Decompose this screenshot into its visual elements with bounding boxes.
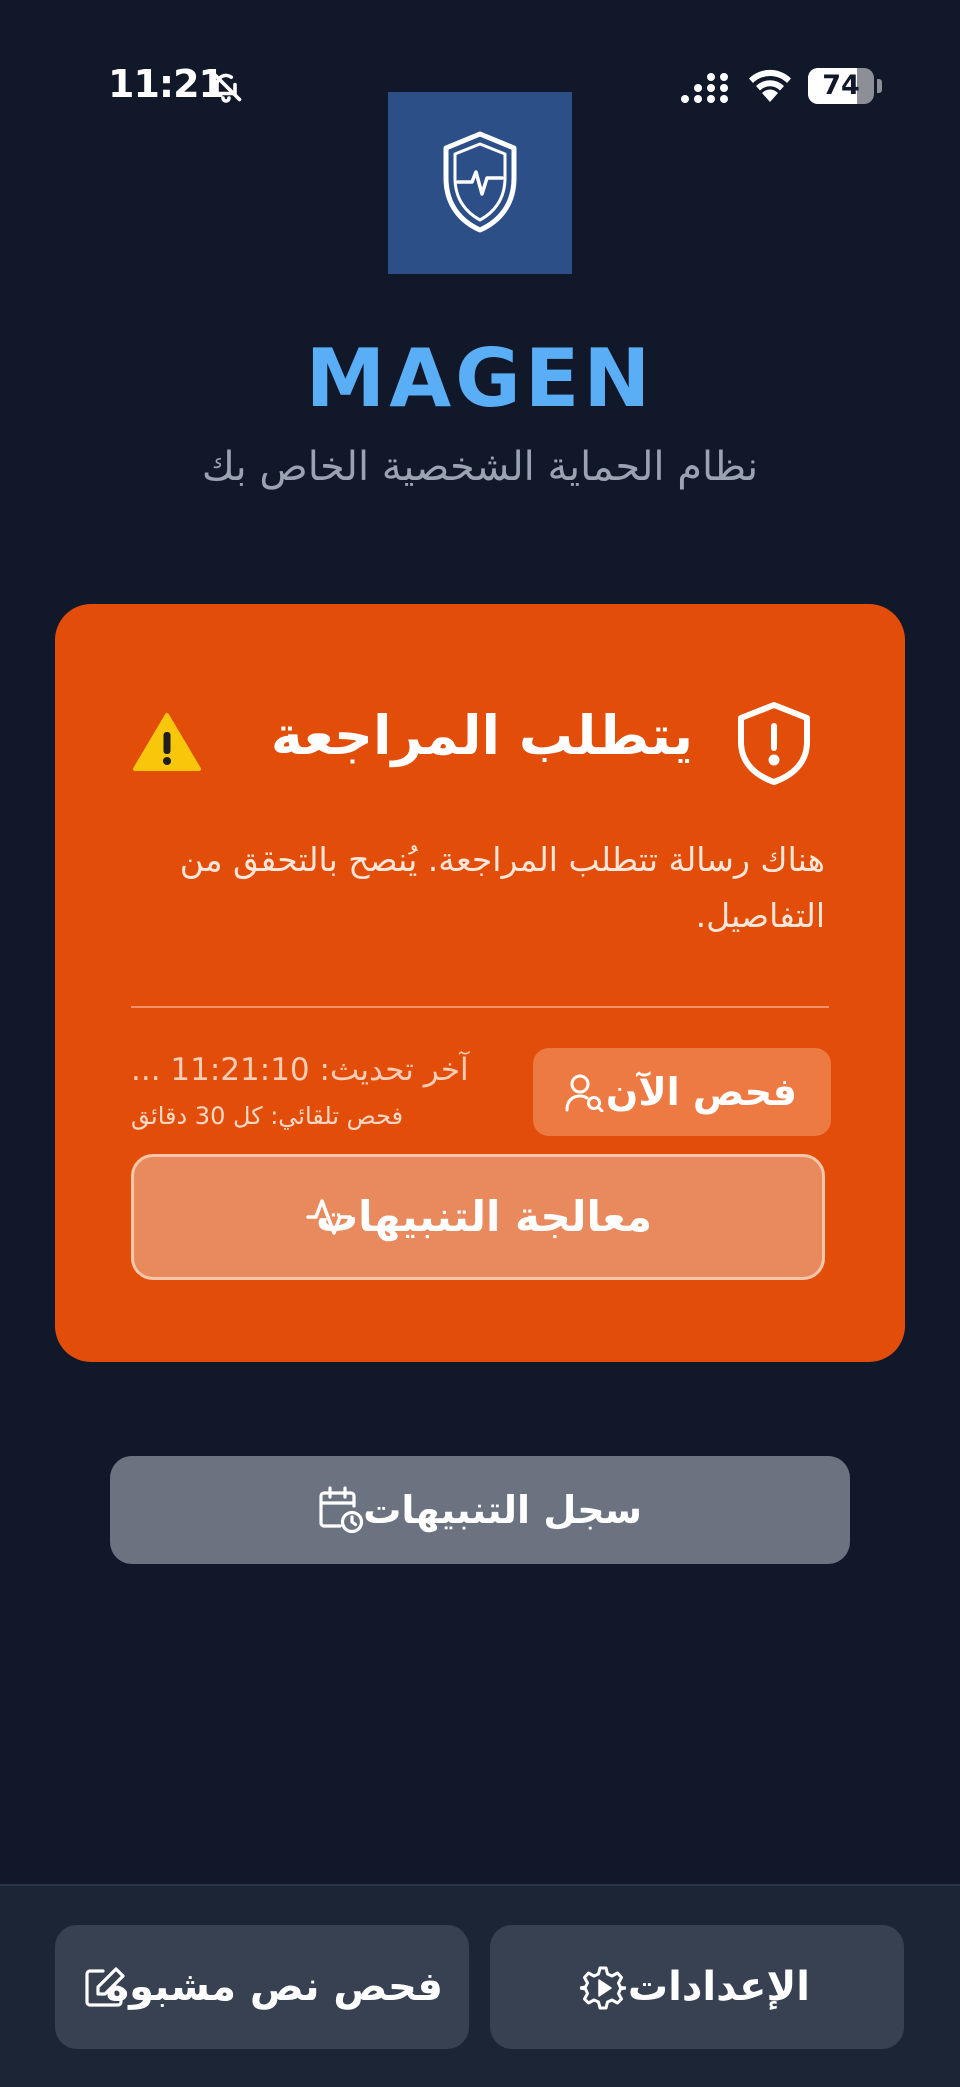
alerts-history-label: سجل التنبيهات (363, 1488, 642, 1532)
wifi-icon (749, 69, 791, 102)
auto-scan-text: فحص تلقائي: كل 30 دقائق (131, 1102, 404, 1130)
divider (131, 1006, 829, 1008)
activity-icon (306, 1199, 352, 1235)
alert-title: يتطلب المراجعة (270, 704, 693, 767)
gear-icon (580, 1966, 626, 2010)
bell-slash-icon (210, 70, 242, 103)
settings-label: الإعدادات (627, 1964, 810, 2010)
user-search-icon (565, 1074, 604, 1112)
battery-indicator: 74 (808, 68, 882, 108)
app-subtitle: نظام الحماية الشخصية الخاص بك (201, 444, 759, 490)
scan-now-label: فحص الآن (605, 1070, 797, 1114)
alerts-history-button[interactable]: سجل التنبيهات (110, 1456, 850, 1564)
scan-suspicious-text-button[interactable]: فحص نص مشبوه (55, 1925, 469, 2049)
process-alerts-label: معالجة التنبيهات (315, 1192, 652, 1241)
scan-now-button[interactable]: فحص الآن (533, 1048, 831, 1136)
app-logo (388, 92, 572, 274)
app-title: MAGEN (305, 332, 655, 425)
process-alerts-button[interactable]: معالجة التنبيهات (131, 1154, 825, 1280)
bottom-navigation: فحص نص مشبوه الإعدادات (0, 1884, 960, 2087)
calendar-clock-icon (319, 1486, 364, 1534)
shield-alert-icon (738, 702, 810, 785)
alert-status-card: يتطلب المراجعة هناك رسالة تتطلب المراجعة… (55, 604, 905, 1362)
warning-icon (133, 713, 201, 771)
scan-suspicious-text-label: فحص نص مشبوه (105, 1964, 443, 2010)
shield-pulse-icon (443, 131, 517, 233)
settings-button[interactable]: الإعدادات (490, 1925, 904, 2049)
alert-message: هناك رسالة تتطلب المراجعة. يُنصح بالتحقق… (179, 840, 825, 935)
status-time: 11:21 (108, 62, 225, 106)
last-update-text: آخر تحديث: 11:21:10 ... (131, 1052, 469, 1088)
battery-percent: 74 (822, 70, 860, 101)
signal-icon (681, 73, 728, 103)
